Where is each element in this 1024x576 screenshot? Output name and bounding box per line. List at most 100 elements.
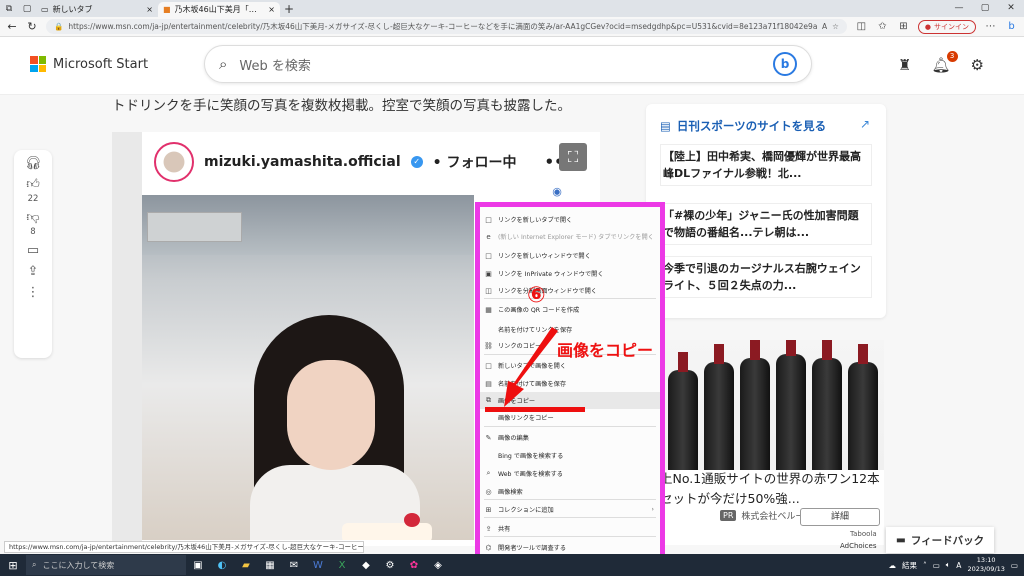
lock-icon: 🔒: [54, 22, 64, 31]
close-window-icon[interactable]: ✕: [998, 0, 1024, 17]
context-menu-item[interactable]: ⊞ コレクションに追加 ›: [480, 501, 660, 518]
ad-headline[interactable]: 上No.1通販サイトの世界の赤ワン12本セットが今だけ50%強...: [660, 469, 884, 509]
context-menu-item[interactable]: ◎ 画像検索: [480, 483, 660, 500]
menu-item-icon: ▣: [485, 269, 492, 278]
menu-item-icon: ⌕: [486, 469, 491, 477]
tab-new-tab[interactable]: ▭ 新しいタブ ×: [36, 2, 158, 17]
context-menu-item[interactable]: □ リンクを新しいタブで開く: [480, 211, 660, 228]
headphones-icon[interactable]: 🎧︎: [25, 156, 42, 171]
favorite-star-icon[interactable]: ☆: [832, 22, 839, 31]
app-icon[interactable]: ◆: [354, 556, 378, 574]
store-icon[interactable]: ▦: [258, 556, 282, 574]
read-aloud-icon[interactable]: A: [822, 22, 827, 31]
sidebar-item[interactable]: 【陸上】田中希実、橋岡優輝が世界最高峰DLファイナル参戦！北...: [660, 144, 872, 186]
excel-icon[interactable]: X: [330, 556, 354, 574]
air-conditioner: [147, 212, 242, 242]
workspaces-icon[interactable]: ⧉: [0, 0, 18, 17]
windows-start-icon[interactable]: ⊞: [0, 559, 26, 572]
refresh-icon[interactable]: ↻: [26, 20, 38, 33]
annotation-arrow: [504, 327, 558, 407]
favorites-icon[interactable]: ✩: [876, 21, 889, 32]
more-options-icon[interactable]: ⋮: [27, 285, 40, 300]
clock-date: 2023/09/13: [967, 565, 1005, 573]
sidebar-item[interactable]: 「#裸の少年」ジャニー氏の性加害問題で物語の番組名...テレ朝は...: [660, 203, 872, 245]
volume-icon[interactable]: 🔈︎: [946, 560, 951, 570]
search-input[interactable]: Web を検索: [239, 55, 761, 74]
url-field[interactable]: 🔒 https://www.msn.com/ja-jp/entertainmen…: [46, 19, 847, 34]
word-icon[interactable]: W: [306, 556, 330, 574]
rewards-icon[interactable]: ♜: [898, 56, 911, 74]
network-icon[interactable]: ▭: [933, 561, 940, 570]
paint-icon[interactable]: ✿: [402, 556, 426, 574]
expand-icon[interactable]: ⛶: [559, 143, 587, 171]
context-menu-item[interactable]: ⌕ Web で画像を検索する: [480, 465, 660, 482]
feedback-button[interactable]: ▬ フィードバック: [886, 527, 994, 553]
context-menu-item[interactable]: ⇪ 共有: [480, 520, 660, 537]
settings-gear-icon[interactable]: ⚙: [971, 56, 984, 74]
detail-button[interactable]: 詳細: [800, 508, 880, 526]
collections-icon[interactable]: ⊞: [897, 21, 910, 32]
instagram-username[interactable]: mizuki.yamashita.official: [204, 154, 401, 170]
taskbar-search-input[interactable]: ここに入力して検索: [42, 560, 114, 571]
tab-actions-icon[interactable]: ▢: [18, 0, 36, 17]
taskbar-search[interactable]: ⌕ ここに入力して検索: [26, 555, 186, 575]
menu-item-icon: □: [485, 215, 492, 224]
context-menu-item[interactable]: □ リンクを新しいウィンドウで開く: [480, 247, 660, 264]
share-icon[interactable]: ⇪: [28, 264, 39, 279]
context-menu-item[interactable]: ✎ 画像の編集: [480, 429, 660, 446]
context-menu-item[interactable]: Bing で画像を検索する: [480, 447, 660, 464]
like-icon[interactable]: 👍︎: [26, 177, 40, 192]
settings-icon[interactable]: ⚙: [378, 556, 402, 574]
adchoices-label[interactable]: AdChoices: [840, 542, 876, 550]
wine-bottle: [776, 340, 806, 470]
weather-label[interactable]: 結果: [902, 560, 917, 571]
context-menu-item[interactable]: ◫ リンクを分割画面ウィンドウで開く: [480, 282, 660, 299]
instagram-photo[interactable]: [142, 195, 474, 540]
mail-icon[interactable]: ✉: [282, 556, 306, 574]
edge-icon[interactable]: ◐: [210, 556, 234, 574]
close-icon[interactable]: ×: [268, 5, 275, 14]
sidebar-item[interactable]: 今季で引退のカージナルス右腕ウェインライト、５回２失点の力...: [660, 256, 872, 298]
notification-center-icon[interactable]: ▭: [1011, 561, 1018, 570]
new-tab-button[interactable]: +: [280, 0, 298, 17]
file-explorer-icon[interactable]: ▰: [234, 556, 258, 574]
ad-image[interactable]: [660, 340, 884, 470]
menu-item-label: コレクションに追加: [498, 507, 554, 514]
follow-status[interactable]: • フォロー中: [433, 152, 517, 172]
sidebar-header[interactable]: ▤ 日刊スポーツのサイトを見る: [660, 118, 826, 134]
ime-indicator[interactable]: A: [956, 561, 961, 570]
dislike-count: 8: [30, 227, 36, 237]
context-menu-item[interactable]: ▦ この画像の QR コードを作成: [480, 301, 660, 318]
signin-button[interactable]: ● サインイン: [917, 19, 976, 34]
bing-icon[interactable]: b: [773, 52, 797, 76]
site-header: Microsoft Start ⌕ Web を検索 b ♜ 🔔︎ 3 ⚙: [0, 37, 1024, 95]
clock[interactable]: 13:10 2023/09/13: [967, 556, 1004, 574]
notification-badge: 3: [946, 51, 958, 62]
close-icon[interactable]: ×: [146, 5, 153, 14]
search-box[interactable]: ⌕ Web を検索 b: [204, 45, 812, 83]
weather-icon[interactable]: ☁: [888, 561, 896, 570]
minimize-icon[interactable]: —: [946, 0, 972, 17]
more-icon[interactable]: ⋯: [984, 21, 997, 32]
photos-icon[interactable]: ◈: [426, 556, 450, 574]
logo[interactable]: Microsoft Start: [30, 56, 148, 72]
taboola-label[interactable]: Taboola: [850, 530, 877, 538]
split-screen-icon[interactable]: ◫: [855, 21, 868, 32]
context-menu-item[interactable]: ▣ リンクを InPrivate ウィンドウで開く: [480, 265, 660, 282]
tab-article[interactable]: ■ 乃木坂46山下美月「メガサイズ」尽く ×: [158, 2, 280, 17]
bing-chat-icon[interactable]: b: [1005, 21, 1018, 32]
menu-item-label: 画像検索: [498, 489, 523, 496]
external-link-icon[interactable]: ↗: [860, 117, 870, 131]
brand-name: Microsoft Start: [53, 56, 149, 72]
task-view-icon[interactable]: ▣: [186, 556, 210, 574]
visual-search-icon[interactable]: ◉: [548, 185, 566, 203]
person-face: [287, 360, 375, 470]
comment-icon[interactable]: ▭: [27, 243, 39, 258]
maximize-icon[interactable]: ▢: [972, 0, 998, 17]
msn-favicon-icon: ■: [163, 5, 171, 14]
avatar[interactable]: [154, 142, 194, 182]
tray-chevron-icon[interactable]: ˄: [923, 561, 927, 570]
back-icon[interactable]: ←: [6, 20, 18, 33]
dislike-icon[interactable]: 👎︎: [26, 210, 39, 225]
notifications-icon[interactable]: 🔔︎ 3: [932, 51, 958, 74]
